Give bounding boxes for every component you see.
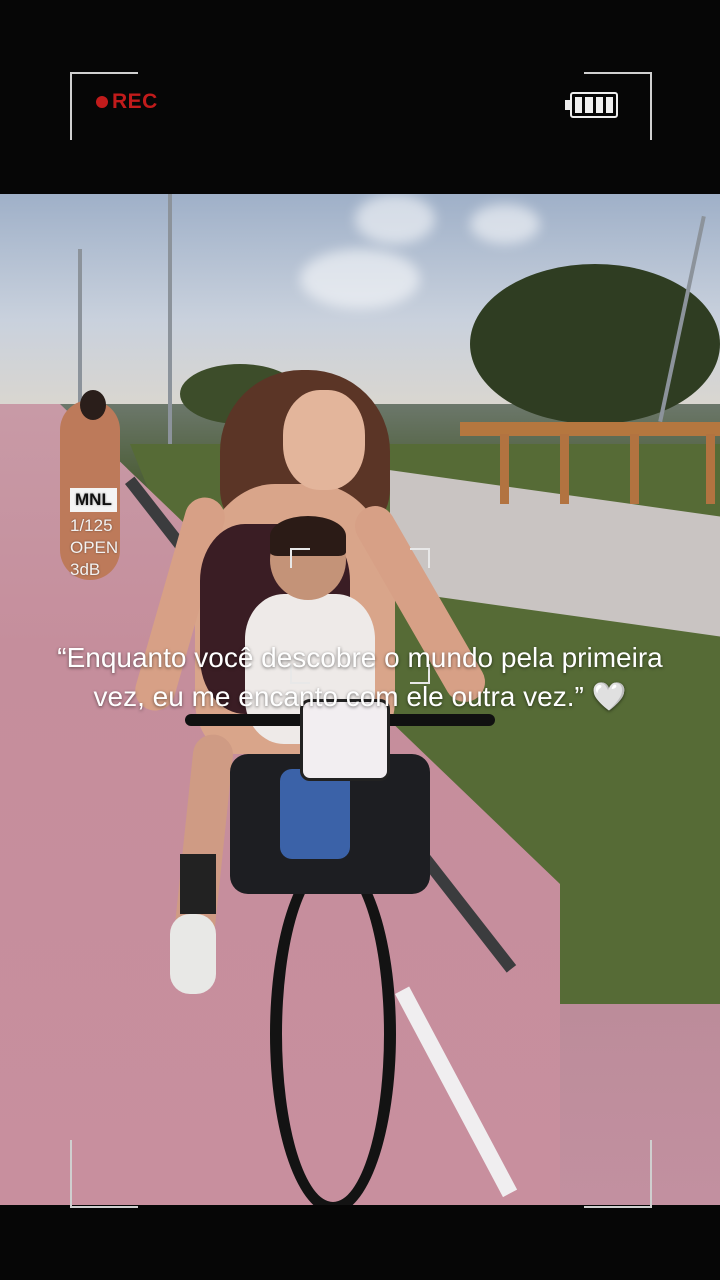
woman-face [283,390,365,490]
gain: 3dB [70,560,101,579]
cloud [300,249,420,309]
rec-indicator: REC [96,90,158,114]
pavilion-roof [460,422,720,436]
camera-settings: MNL 1/125 OPEN 3dB [70,488,118,581]
lamp-post [168,194,172,464]
bottom-letterbox [0,1205,720,1280]
mode-badge: MNL [70,488,117,512]
battery-cell [575,97,583,113]
battery-cell [605,97,613,113]
rec-dot-icon [96,96,108,108]
aperture: OPEN [70,538,119,557]
rec-label: REC [112,90,158,113]
pavilion-post [630,434,639,504]
shoe [170,914,216,994]
bike-front-wheel [270,854,396,1205]
battery-icon [570,92,618,118]
pavilion-post [500,434,509,504]
battery-cell [585,97,593,113]
sock [180,854,216,914]
bike-frame-accent [280,769,350,859]
viewfinder-corner-bottom-left [70,1140,138,1208]
pavilion-post [706,434,715,504]
battery-cell [595,97,603,113]
pavilion-post [560,434,569,504]
shutter-speed: 1/125 [70,516,113,535]
cloud [355,194,435,244]
caption-text: “Enquanto você descobre o mundo pela pri… [57,642,663,712]
background-cyclist-head [80,390,106,420]
tree [470,264,720,424]
cloud [470,204,540,244]
viewfinder-corner-bottom-right [584,1140,652,1208]
